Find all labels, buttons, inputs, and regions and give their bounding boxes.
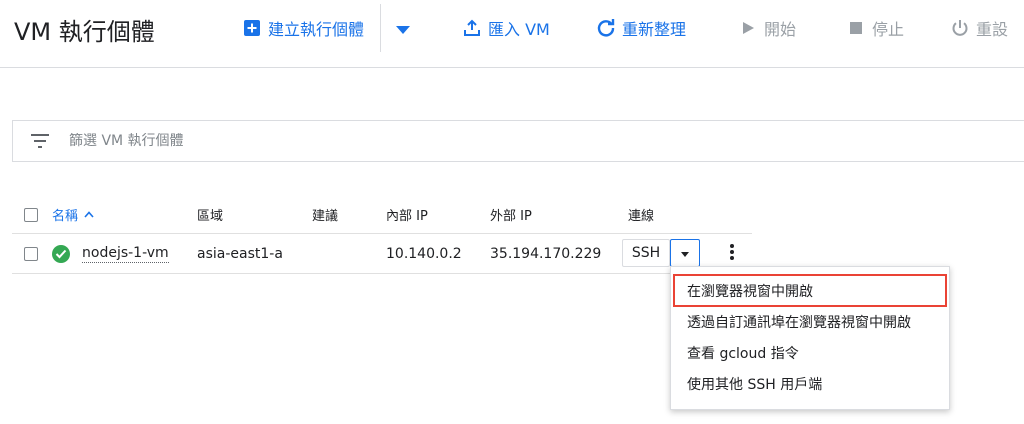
upload-icon xyxy=(462,18,482,38)
refresh-button[interactable]: 重新整理 xyxy=(596,16,686,40)
start-button[interactable]: 開始 xyxy=(738,16,796,40)
ssh-options-menu: 在瀏覽器視窗中開啟 透過自訂通訊埠在瀏覽器視窗中開啟 查看 gcloud 指令 … xyxy=(670,266,950,410)
caret-down-icon xyxy=(681,245,689,261)
start-label: 開始 xyxy=(764,20,797,39)
ssh-dropdown-button[interactable] xyxy=(670,239,700,267)
stop-button[interactable]: 停止 xyxy=(846,16,904,40)
ssh-button[interactable]: SSH xyxy=(622,239,670,267)
menu-item-open-in-browser[interactable]: 在瀏覽器視窗中開啟 xyxy=(673,274,947,307)
menu-item-open-custom-port[interactable]: 透過自訂通訊埠在瀏覽器視窗中開啟 xyxy=(671,306,949,337)
column-name: 名稱 xyxy=(52,196,94,233)
select-all-cell xyxy=(24,196,38,233)
row-checkbox[interactable] xyxy=(24,246,38,261)
create-instance-label: 建立執行個體 xyxy=(268,20,365,39)
column-name-label: 名稱 xyxy=(52,209,79,224)
filter-input[interactable] xyxy=(69,133,669,149)
create-instance-button[interactable]: 建立執行個體 xyxy=(242,16,364,40)
refresh-label: 重新整理 xyxy=(622,20,687,39)
external-ip-cell: 35.194.170.229 xyxy=(490,245,602,262)
caret-down-icon xyxy=(396,19,410,38)
sort-ascending-icon xyxy=(84,207,94,222)
name-sort-header[interactable]: 名稱 xyxy=(52,205,94,224)
status-cell xyxy=(52,234,70,273)
table-row: nodejs-1-vm asia-east1-a 10.140.0.2 35.1… xyxy=(12,234,752,274)
column-connect: 連線 xyxy=(628,209,655,224)
stop-label: 停止 xyxy=(872,20,905,39)
menu-item-other-ssh-client[interactable]: 使用其他 SSH 用戶端 xyxy=(671,368,949,399)
import-vm-button[interactable]: 匯入 VM xyxy=(462,16,550,40)
toolbar-divider xyxy=(380,4,381,52)
header-toolbar: VM 執行個體 建立執行個體 匯入 VM 重新整理 開始 停止 重設 xyxy=(0,0,1024,68)
more-vert-icon xyxy=(730,244,734,264)
internal-ip-cell: 10.140.0.2 xyxy=(386,245,462,262)
page-title: VM 執行個體 xyxy=(14,18,155,46)
import-vm-label: 匯入 VM xyxy=(488,20,550,39)
more-actions-button[interactable] xyxy=(722,242,742,266)
zone-cell: asia-east1-a xyxy=(197,245,283,262)
column-recommendation: 建議 xyxy=(312,209,339,224)
reset-button[interactable]: 重設 xyxy=(950,16,1008,40)
refresh-icon xyxy=(596,18,616,38)
column-external-ip: 外部 IP xyxy=(490,209,532,224)
row-select-cell xyxy=(24,234,38,273)
filter-bar xyxy=(12,120,1024,162)
select-all-checkbox[interactable] xyxy=(24,207,38,222)
add-box-icon xyxy=(242,18,262,38)
vm-name-link[interactable]: nodejs-1-vm xyxy=(82,245,169,263)
menu-item-view-gcloud-command[interactable]: 查看 gcloud 指令 xyxy=(671,337,949,368)
power-icon xyxy=(950,18,970,38)
stop-icon xyxy=(846,18,866,38)
vm-name-cell: nodejs-1-vm xyxy=(82,234,169,273)
check-circle-icon xyxy=(52,244,70,263)
filter-list-icon xyxy=(29,130,51,152)
play-icon xyxy=(738,18,758,38)
column-zone: 區域 xyxy=(197,209,224,224)
table-header: 名稱 區域 建議 內部 IP 外部 IP 連線 xyxy=(12,196,752,234)
reset-label: 重設 xyxy=(976,20,1009,39)
create-instance-dropdown[interactable] xyxy=(393,18,413,38)
column-internal-ip: 內部 IP xyxy=(386,209,428,224)
